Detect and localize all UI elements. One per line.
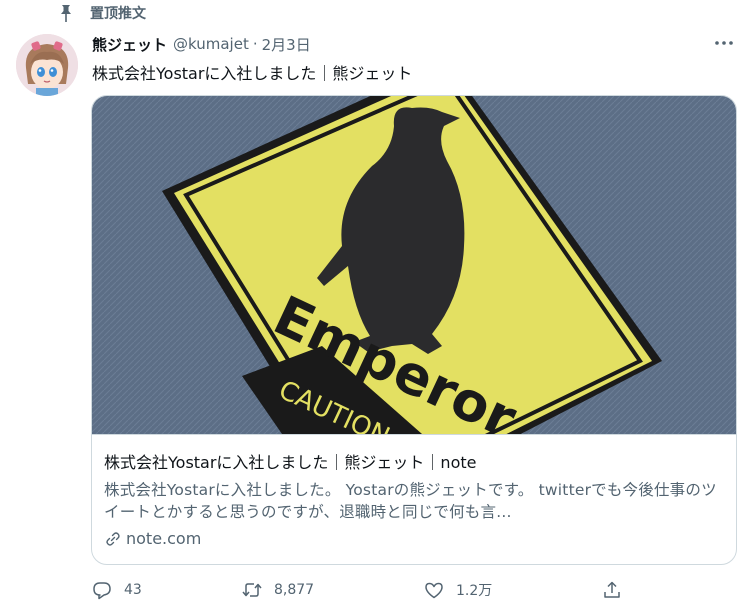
retweet-count: 8,877 xyxy=(274,582,315,598)
pin-icon xyxy=(61,5,71,22)
card-body: 株式会社Yostarに入社しました｜熊ジェット｜note 株式会社Yostarに… xyxy=(92,434,736,564)
more-icon xyxy=(715,41,733,45)
card-domain: note.com xyxy=(104,529,724,548)
link-card[interactable]: Emperor CAUTION 株式会社Yostarに入社しました｜熊ジェット｜… xyxy=(91,95,737,565)
avatar[interactable] xyxy=(16,34,78,96)
like-count: 1.2万 xyxy=(456,583,493,599)
like-button[interactable]: 1.2万 xyxy=(424,578,602,602)
author-handle[interactable]: @kumajet xyxy=(173,35,249,53)
retweet-icon xyxy=(242,583,262,597)
reply-icon xyxy=(93,582,111,600)
share-icon xyxy=(604,581,620,598)
reply-count: 43 xyxy=(124,582,142,598)
retweet-button[interactable]: 8,877 xyxy=(242,578,424,602)
pinned-text: 置顶推文 xyxy=(90,6,146,22)
pinned-tweet-label: 置顶推文 xyxy=(56,0,146,26)
card-domain-text: note.com xyxy=(126,529,202,548)
tweet-date[interactable]: 2月3日 xyxy=(262,34,311,55)
tweet-text: 株式会社Yostarに入社しました｜熊ジェット xyxy=(92,64,413,83)
header-separator: · xyxy=(252,35,258,53)
card-image: Emperor CAUTION xyxy=(92,96,736,434)
more-button[interactable] xyxy=(714,34,734,52)
card-description: 株式会社Yostarに入社しました。 Yostarの熊ジェットです。 twitt… xyxy=(104,481,717,521)
reply-button[interactable]: 43 xyxy=(92,578,242,602)
avatar-image xyxy=(16,34,78,96)
share-button[interactable] xyxy=(602,578,642,602)
heart-icon xyxy=(425,582,443,599)
tweet-actions: 43 8,877 1.2万 xyxy=(92,578,652,602)
author-name[interactable]: 熊ジェット xyxy=(92,34,167,55)
link-icon xyxy=(106,531,120,546)
card-title: 株式会社Yostarに入社しました｜熊ジェット｜note xyxy=(104,453,477,472)
tweet-header: 熊ジェット @kumajet · 2月3日 xyxy=(92,32,734,56)
